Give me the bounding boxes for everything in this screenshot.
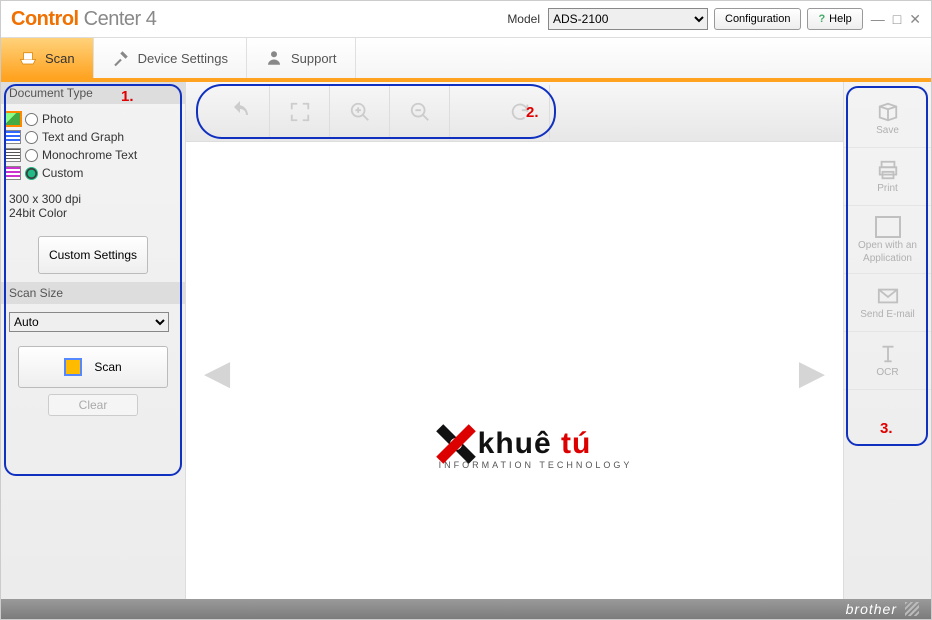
center-panel: 2. ◀ ▶ khuê tú INFORMATION TECHNOLOGY: [186, 82, 843, 604]
footer-brand: brother: [846, 601, 897, 617]
text-graph-icon: [5, 130, 21, 144]
doc-type-photo[interactable]: Photo: [5, 110, 181, 128]
window-controls: — □ ✕: [871, 11, 921, 28]
monochrome-icon: [5, 148, 21, 162]
annotation-num-3: 3.: [880, 420, 893, 437]
ocr-label: OCR: [876, 367, 898, 378]
scan-size-header: Scan Size: [1, 282, 185, 304]
doc-type-monochrome-label: Monochrome Text: [42, 148, 137, 162]
preview-toolbar: 2.: [186, 82, 843, 142]
tab-device-settings-label: Device Settings: [138, 51, 228, 66]
close-icon[interactable]: ✕: [909, 11, 921, 28]
save-action[interactable]: Save: [844, 90, 931, 148]
zoom-in-button[interactable]: [330, 85, 390, 139]
ocr-action[interactable]: OCR: [844, 332, 931, 390]
model-label: Model: [507, 12, 540, 26]
save-label: Save: [876, 125, 899, 136]
preview-area: ◀ ▶ khuê tú INFORMATION TECHNOLOGY: [186, 142, 843, 604]
tab-scan-label: Scan: [45, 51, 75, 66]
fit-button[interactable]: [270, 85, 330, 139]
watermark-logo: khuê tú INFORMATION TECHNOLOGY: [397, 426, 633, 470]
title-bar: Control Center 4 Model ADS-2100 Configur…: [1, 1, 931, 37]
open-app-label-2: Application: [863, 253, 912, 264]
doc-type-custom[interactable]: Custom: [5, 164, 181, 182]
document-type-header: Document Type: [1, 82, 185, 104]
tab-support-label: Support: [291, 51, 337, 66]
logo-text-2: Center: [84, 8, 141, 30]
minimize-icon[interactable]: —: [871, 11, 885, 28]
doc-type-custom-label: Custom: [42, 166, 83, 180]
doc-type-text-graph-label: Text and Graph: [42, 130, 124, 144]
right-panel: Save Print Open with an Application Send…: [843, 82, 931, 604]
scan-button[interactable]: Scan: [18, 346, 168, 388]
doc-type-photo-label: Photo: [42, 112, 73, 126]
maximize-icon[interactable]: □: [893, 11, 901, 28]
watermark-name-b: tú: [561, 427, 591, 460]
radio-custom[interactable]: [25, 167, 38, 180]
logo-num: 4: [146, 8, 157, 30]
model-select[interactable]: ADS-2100: [548, 8, 708, 30]
radio-photo[interactable]: [25, 113, 38, 126]
scan-size-select[interactable]: Auto: [9, 312, 169, 332]
configuration-button[interactable]: Configuration: [714, 8, 801, 30]
open-app-icon: [875, 216, 901, 238]
footer-bar: brother: [1, 599, 931, 619]
app-logo: Control Center 4: [11, 8, 156, 31]
photo-icon: [5, 112, 21, 126]
rotate-button[interactable]: [490, 85, 550, 139]
left-panel: Document Type Photo Text and Graph Monoc…: [1, 82, 186, 604]
resolution-line: 300 x 300 dpi: [9, 192, 177, 206]
zoom-out-button[interactable]: [390, 85, 450, 139]
watermark-x-icon: [438, 426, 474, 462]
next-arrow-icon[interactable]: ▶: [799, 353, 825, 393]
scan-button-label: Scan: [94, 360, 121, 374]
radio-monochrome[interactable]: [25, 149, 38, 162]
color-depth-line: 24bit Color: [9, 206, 177, 220]
tab-scan[interactable]: Scan: [1, 38, 94, 78]
print-action[interactable]: Print: [844, 148, 931, 206]
custom-icon: [5, 166, 21, 180]
resize-grip-icon[interactable]: [905, 602, 919, 616]
logo-text-1: Control: [11, 8, 79, 30]
doc-type-monochrome[interactable]: Monochrome Text: [5, 146, 181, 164]
custom-settings-button[interactable]: Custom Settings: [38, 236, 148, 274]
scanner-icon: [19, 49, 37, 67]
person-icon: [265, 49, 283, 67]
print-label: Print: [877, 183, 898, 194]
tab-support[interactable]: Support: [247, 38, 356, 78]
scan-glyph-icon: [64, 358, 82, 376]
clear-button: Clear: [48, 394, 138, 416]
tab-device-settings[interactable]: Device Settings: [94, 38, 247, 78]
tools-icon: [112, 49, 130, 67]
help-button[interactable]: Help: [807, 8, 862, 30]
prev-arrow-icon[interactable]: ◀: [204, 353, 230, 393]
tab-strip: Scan Device Settings Support: [1, 38, 931, 78]
send-email-action[interactable]: Send E-mail: [844, 274, 931, 332]
radio-text-graph[interactable]: [25, 131, 38, 144]
undo-button[interactable]: [210, 85, 270, 139]
watermark-name-a: khuê: [478, 427, 552, 460]
open-with-app-action[interactable]: Open with an Application: [844, 206, 931, 274]
email-label: Send E-mail: [860, 309, 914, 320]
open-app-label-1: Open with an: [858, 240, 917, 251]
doc-type-text-graph[interactable]: Text and Graph: [5, 128, 181, 146]
